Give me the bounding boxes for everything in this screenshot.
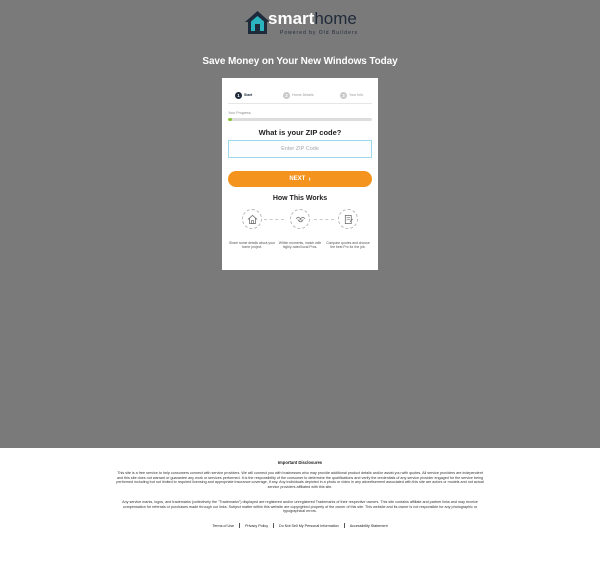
disclosures-title: Important Disclosures — [277, 460, 323, 465]
chevron-right-icon: › — [308, 175, 311, 183]
next-button[interactable]: NEXT › — [228, 171, 372, 187]
footer-links: Terms of Use Privacy Policy Do Not Sell … — [0, 523, 600, 528]
logo-wordmark: smarthome — [268, 10, 357, 28]
step-start: 1 Start — [235, 90, 252, 100]
how-step-text: Within moments, match with highly-rated … — [278, 241, 322, 250]
how-it-works-title: How This Works — [272, 195, 328, 202]
how-step-match-pros: Within moments, match with highly-rated … — [276, 209, 324, 264]
accessibility-statement-link[interactable]: Accessibility Statement — [345, 524, 393, 528]
how-step-text: Compare quotes and choose the best Pro f… — [326, 241, 370, 250]
privacy-policy-link[interactable]: Privacy Policy — [240, 524, 273, 528]
how-step-text: Share some details about your home proje… — [229, 241, 275, 250]
page-headline: Save Money on Your New Windows Today — [202, 56, 398, 67]
progress-bar-fill — [228, 118, 233, 121]
step-your-info: 3 Your Info — [340, 90, 363, 100]
logo-word-home: home — [314, 9, 357, 28]
step-number: 1 — [235, 91, 242, 99]
footer: Important Disclosures This site is a fre… — [0, 448, 600, 563]
disclosure-paragraph: This site is a free service to help cons… — [116, 471, 484, 490]
quote-document-icon — [338, 209, 358, 229]
house-icon — [242, 209, 262, 229]
step-home-details: 2 Home Details — [283, 90, 314, 100]
logo-word-smart: smart — [268, 9, 315, 28]
step-label: Your Info — [349, 93, 364, 97]
next-button-label: NEXT — [289, 176, 306, 182]
quote-form-card: 1 Start 2 Home Details 3 Your Info Your … — [222, 78, 378, 270]
progress-bar — [228, 118, 372, 121]
terms-of-use-link[interactable]: Terms of Use — [207, 524, 239, 528]
do-not-sell-link[interactable]: Do Not Sell My Personal Information — [274, 524, 344, 528]
smarthome-logo[interactable]: smarthome Powered by Old Builders — [244, 8, 364, 38]
house-logo-icon — [245, 11, 270, 34]
zip-question: What is your ZIP code? — [258, 128, 342, 137]
step-number: 2 — [283, 91, 290, 99]
trademark-paragraph: Any service marks, logos, and trademarks… — [122, 500, 478, 514]
handshake-icon — [290, 209, 310, 229]
logo-tagline: Powered by Old Builders — [280, 30, 359, 36]
progress-label: Your Progress — [228, 111, 251, 115]
step-number: 3 — [340, 91, 347, 99]
step-indicator: 1 Start 2 Home Details 3 Your Info — [228, 90, 372, 100]
how-step-share-details: Share some details about your home proje… — [228, 209, 276, 264]
step-label: Start — [244, 93, 253, 97]
step-label: Home Details — [292, 93, 314, 97]
hero-background: smarthome Powered by Old Builders Save M… — [0, 0, 600, 448]
steps-divider — [228, 103, 372, 104]
how-it-works-steps: Share some details about your home proje… — [226, 209, 374, 264]
zip-code-input[interactable] — [228, 140, 372, 158]
how-step-compare-quotes: Compare quotes and choose the best Pro f… — [324, 209, 372, 264]
